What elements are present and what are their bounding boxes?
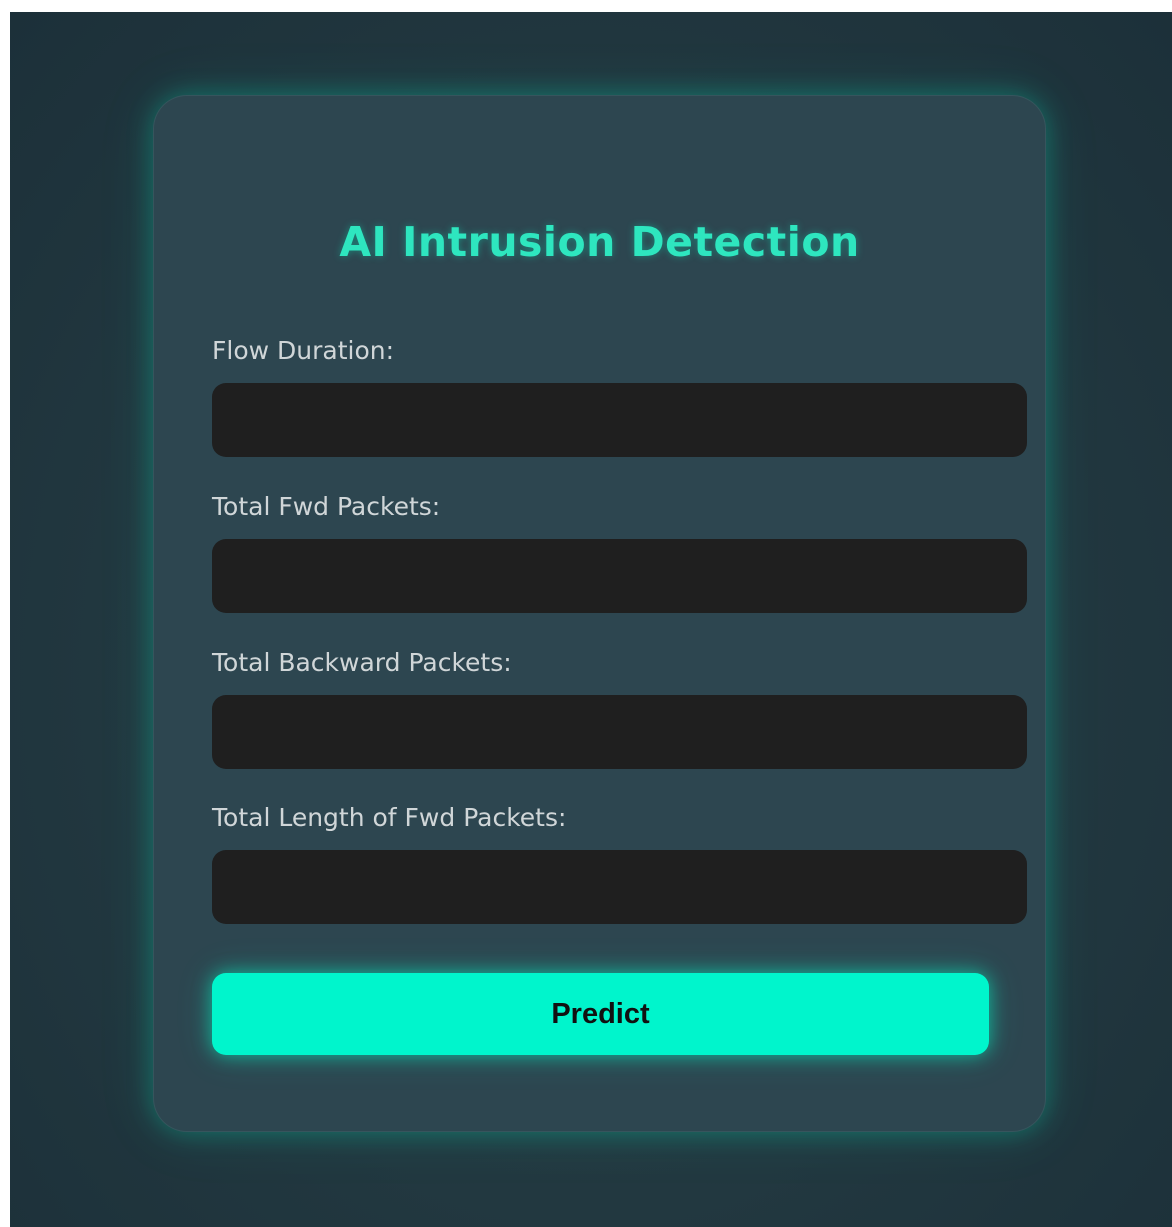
prediction-form-card: AI Intrusion Detection Flow Duration: To… (153, 95, 1046, 1132)
flow-duration-label: Flow Duration: (212, 336, 395, 365)
page-background: AI Intrusion Detection Flow Duration: To… (10, 12, 1172, 1227)
total-length-fwd-packets-label: Total Length of Fwd Packets: (212, 803, 567, 832)
total-fwd-packets-label: Total Fwd Packets: (212, 492, 441, 521)
predict-button[interactable]: Predict (212, 973, 989, 1055)
total-backward-packets-input[interactable] (212, 695, 1027, 769)
total-backward-packets-label: Total Backward Packets: (212, 648, 512, 677)
form-title: AI Intrusion Detection (339, 218, 860, 266)
total-length-fwd-packets-input[interactable] (212, 850, 1027, 924)
total-fwd-packets-input[interactable] (212, 539, 1027, 613)
flow-duration-input[interactable] (212, 383, 1027, 457)
